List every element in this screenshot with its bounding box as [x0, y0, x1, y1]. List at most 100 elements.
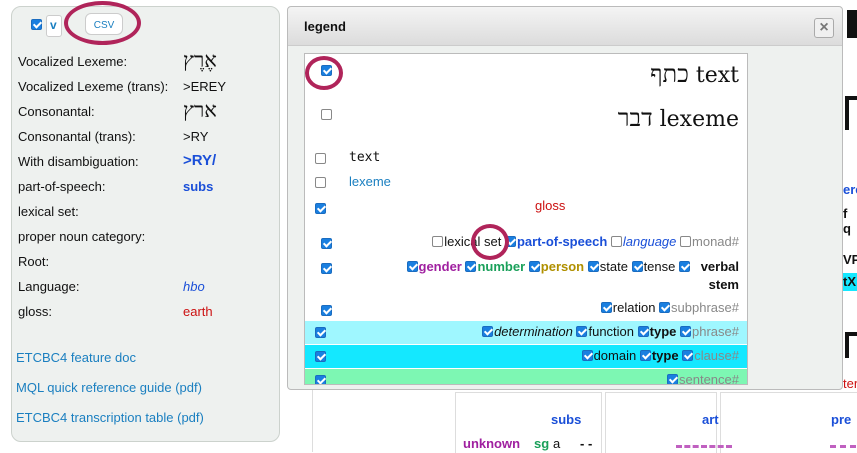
- bg-tx: tX: [843, 274, 856, 289]
- bg-sg: sg: [534, 436, 550, 451]
- legend-row-clause: domain type clause#: [305, 345, 747, 368]
- checkbox-lexical-set[interactable]: [432, 236, 444, 247]
- legend-checkbox-sentence[interactable]: [315, 375, 326, 384]
- legend-checkbox-relation[interactable]: [321, 305, 332, 316]
- label-gender: gender: [418, 259, 462, 274]
- legend-row-sentence: sentence#: [305, 369, 747, 385]
- bg-pre: pre: [831, 412, 852, 427]
- checkbox-sentence-number[interactable]: [667, 374, 678, 384]
- checkbox-language[interactable]: [610, 236, 622, 247]
- checkbox-verbal-stem[interactable]: [679, 261, 690, 272]
- label-sentence-number: sentence#: [679, 372, 739, 385]
- csv-button-label: CSV: [93, 20, 115, 31]
- feature-label: part-of-speech:: [18, 179, 106, 194]
- legend-lexeme-hebrew: דבר: [617, 104, 653, 132]
- link-mql-reference[interactable]: MQL quick reference guide (pdf): [16, 380, 202, 395]
- bg-dash-line-2: [830, 445, 856, 448]
- legend-body: כתף text דבר lexeme text lexeme gloss le…: [304, 53, 748, 385]
- csv-button[interactable]: CSV: [85, 13, 123, 35]
- legend-row-morph-features: gender number person state tense verbal …: [305, 256, 747, 296]
- legend-checkbox-morph-features[interactable]: [321, 263, 332, 274]
- legend-row-text-hebrew: כתף text: [305, 54, 747, 94]
- label-lexical-set: lexical set: [444, 234, 502, 249]
- label-number: number: [477, 259, 526, 274]
- feature-label: lexical set:: [18, 204, 79, 219]
- legend-row-phrase: determination function type phrase#: [305, 321, 747, 344]
- v-button[interactable]: v: [46, 15, 62, 37]
- bg-fq: f q: [843, 206, 851, 236]
- checkbox-determination[interactable]: [482, 326, 494, 337]
- close-icon: ×: [819, 19, 829, 36]
- legend-checkbox-phrase[interactable]: [315, 327, 326, 338]
- bg-art: art: [702, 412, 719, 427]
- checkbox-gender[interactable]: [406, 261, 418, 272]
- legend-row-text-mono: text: [305, 148, 747, 170]
- label-person: person: [540, 259, 585, 274]
- legend-text-label: text: [695, 63, 739, 88]
- bg-dash-line-1: [676, 445, 732, 448]
- bg-ter: ter: [843, 376, 857, 391]
- feature-value: subs: [183, 179, 214, 194]
- checkbox-tense[interactable]: [631, 261, 643, 272]
- checkbox-domain[interactable]: [581, 350, 593, 361]
- legend-close-button[interactable]: ×: [814, 18, 834, 38]
- feature-label: Root:: [18, 254, 50, 269]
- bg-vp: VP: [843, 252, 857, 267]
- checkbox-state[interactable]: [587, 261, 599, 272]
- legend-row-gloss: gloss: [305, 196, 747, 218]
- feature-label: Vocalized Lexeme:: [18, 54, 128, 69]
- legend-row-relation: relation subphrase#: [305, 298, 747, 320]
- feature-value: earth: [183, 304, 213, 319]
- feature-label: proper noun category:: [18, 229, 146, 244]
- checkbox-person[interactable]: [528, 261, 540, 272]
- legend-row-word-features: lexical set part-of-speech language mona…: [305, 232, 747, 254]
- bg-dashes: - -: [580, 436, 593, 451]
- v-button-label: v: [50, 18, 57, 32]
- label-phrase-number: phrase#: [692, 324, 739, 339]
- label-state: state: [599, 259, 628, 274]
- label-subphrase: subphrase#: [671, 300, 739, 315]
- legend-checkbox-gloss[interactable]: [315, 203, 326, 214]
- label-domain: domain: [593, 348, 637, 363]
- checkbox-phrase-type[interactable]: [637, 326, 649, 337]
- feature-value: >RY/: [183, 152, 217, 169]
- legend-checkbox-lexeme[interactable]: [315, 177, 326, 188]
- legend-checkbox-text-hebrew[interactable]: [321, 65, 332, 76]
- feature-label: Vocalized Lexeme (trans):: [18, 79, 169, 94]
- legend-checkbox-lexeme-hebrew[interactable]: [321, 109, 332, 120]
- checkbox-phrase-number[interactable]: [680, 326, 692, 337]
- checkbox-function[interactable]: [576, 326, 588, 337]
- checkbox-part-of-speech[interactable]: [504, 236, 516, 247]
- sidebar-toggle-checkbox[interactable]: [31, 19, 42, 30]
- label-tense: tense: [643, 259, 676, 274]
- label-clause-type: type: [651, 348, 679, 363]
- label-function: function: [588, 324, 635, 339]
- checkbox-relation[interactable]: [600, 302, 612, 313]
- legend-dialog: legend × כתף text דבר lexeme text lexeme…: [287, 6, 843, 390]
- label-part-of-speech: part-of-speech: [516, 234, 608, 249]
- bg-heb-glyph-2: [845, 96, 857, 130]
- legend-checkbox-word-features[interactable]: [321, 238, 332, 249]
- legend-text-hebrew: כתף: [650, 60, 689, 88]
- feature-label: Consonantal:: [18, 104, 95, 119]
- checkbox-clause-type[interactable]: [639, 350, 651, 361]
- legend-titlebar[interactable]: legend ×: [288, 7, 842, 46]
- checkbox-number[interactable]: [465, 261, 477, 272]
- bg-subs: subs: [551, 412, 582, 427]
- checkbox-clause-number[interactable]: [682, 350, 694, 361]
- legend-lexeme-blue: lexeme: [349, 174, 391, 189]
- label-verbal-stem: verbal stem: [700, 259, 739, 292]
- feature-label: Language:: [18, 279, 80, 294]
- checkbox-monad[interactable]: [680, 236, 692, 247]
- legend-text-mono: text: [349, 150, 381, 165]
- bg-heb-glyph-3: [845, 332, 857, 358]
- feature-label: With disambiguation:: [18, 154, 139, 169]
- link-transcription-table[interactable]: ETCBC4 transcription table (pdf): [16, 410, 204, 425]
- feature-value: hbo: [183, 279, 205, 294]
- checkbox-subphrase[interactable]: [659, 302, 671, 313]
- link-feature-doc[interactable]: ETCBC4 feature doc: [16, 350, 136, 365]
- feature-label: Consonantal (trans):: [18, 129, 136, 144]
- feature-sidebar: v CSV: [11, 1, 280, 442]
- legend-checkbox-clause[interactable]: [315, 351, 326, 362]
- legend-checkbox-text-mono[interactable]: [315, 153, 326, 164]
